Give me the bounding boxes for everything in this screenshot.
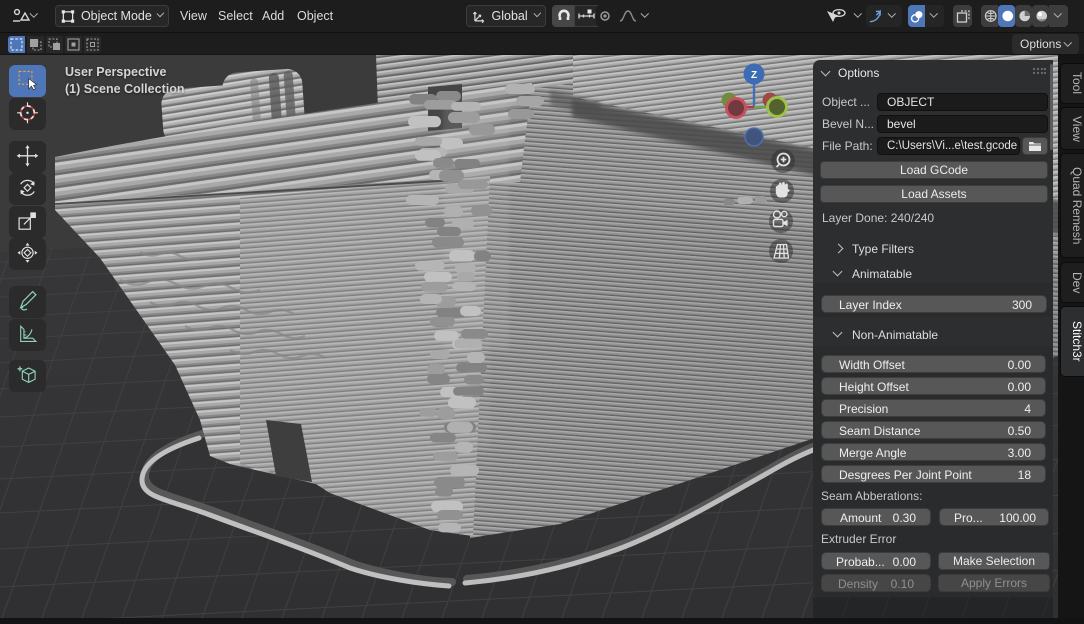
svg-text:Z: Z [751, 70, 757, 81]
